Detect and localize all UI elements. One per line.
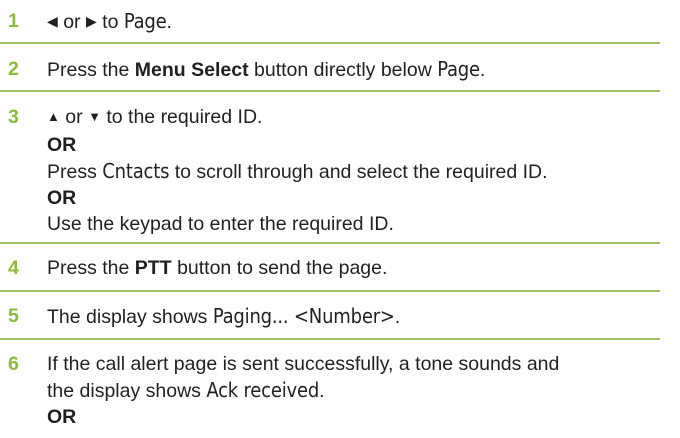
step-body: ▲ or ▼ to the required ID. OR Press Cnta… <box>47 104 660 237</box>
step-text: Press the <box>47 257 130 279</box>
display-text-page: Page <box>123 9 167 33</box>
or-separator: OR <box>47 406 77 428</box>
step-text: If the call alert page is sent successfu… <box>47 353 560 375</box>
or-separator: OR <box>47 134 77 156</box>
display-text-cntacts: Cntacts <box>102 159 170 183</box>
step-text: to the required ID. <box>106 106 263 128</box>
step-text: or <box>65 106 83 128</box>
step-number: 6 <box>8 353 19 375</box>
step-text: Press <box>47 161 97 183</box>
step-divider <box>0 242 660 244</box>
step-text: button to send the page. <box>177 257 388 279</box>
step-text: Press the <box>47 59 130 81</box>
step-divider <box>0 290 660 292</box>
step-body: If the call alert page is sent successfu… <box>47 351 660 430</box>
step-text: button directly below <box>254 59 432 81</box>
step-text: . <box>479 59 486 81</box>
step-divider <box>0 338 660 340</box>
step-text: The display shows <box>47 306 208 328</box>
step-text: . <box>394 306 401 328</box>
step-number: 4 <box>8 257 19 279</box>
step-text: to scroll through and select the require… <box>174 161 548 183</box>
step-number: 5 <box>8 305 19 327</box>
step-text: to <box>102 11 119 33</box>
step-text: Use the keypad to enter the required ID. <box>47 213 394 235</box>
up-triangle-icon: ▲ <box>47 109 60 124</box>
step-divider <box>0 42 660 44</box>
step-divider <box>0 90 660 92</box>
step-number: 1 <box>8 10 19 32</box>
step-text: . <box>166 11 172 33</box>
display-text-ack-received: Ack received <box>206 378 320 402</box>
step-text: . <box>319 380 325 402</box>
step-body: The display shows Paging... <Number>. <box>47 303 660 330</box>
step-number: 3 <box>8 106 19 128</box>
button-name-ptt: PTT <box>134 257 172 279</box>
or-separator: OR <box>47 187 77 209</box>
step-text: the display shows <box>47 380 201 402</box>
step-text: or <box>63 11 81 33</box>
step-body: Press the Menu Select button directly be… <box>47 56 660 83</box>
display-text-paging: Paging... <Number> <box>212 304 395 328</box>
step-number: 2 <box>8 58 19 80</box>
down-triangle-icon: ▼ <box>88 109 101 124</box>
procedure-steps: 1 ◀ or ▶ to Page. 2 Press the Menu Selec… <box>0 0 680 438</box>
display-text-page: Page <box>437 57 480 81</box>
button-name-menu-select: Menu Select <box>134 59 249 81</box>
step-body: Press the PTT button to send the page. <box>47 255 660 281</box>
left-triangle-icon: ◀ <box>47 13 58 29</box>
right-triangle-icon: ▶ <box>85 13 97 29</box>
step-body: ◀ or ▶ to Page. <box>47 8 660 36</box>
